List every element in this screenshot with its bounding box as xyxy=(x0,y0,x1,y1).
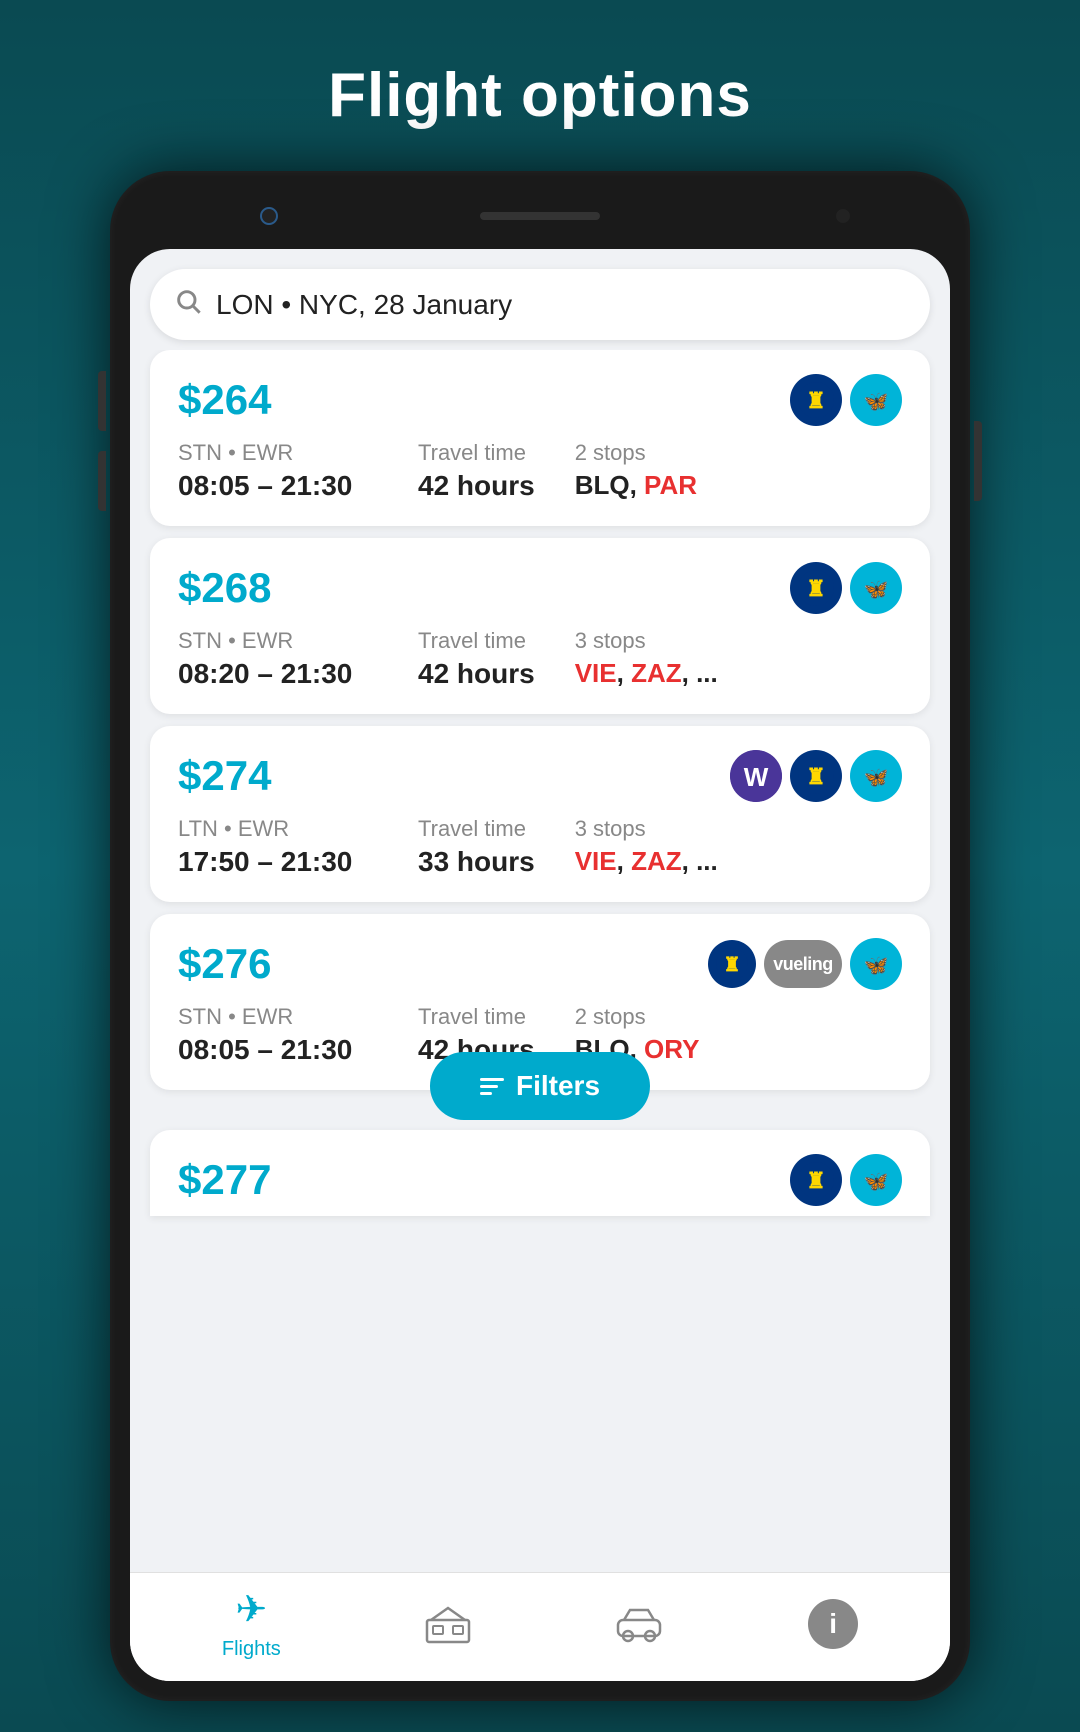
svg-text:♜: ♜ xyxy=(806,576,826,601)
transavia-logo-2: 🦋 xyxy=(850,562,902,614)
phone-speaker xyxy=(480,212,600,220)
flight-card-5[interactable]: $277 ♜ 🦋 xyxy=(150,1130,930,1216)
hotels-icon xyxy=(425,1604,471,1644)
front-camera-icon xyxy=(260,207,278,225)
cars-icon xyxy=(614,1604,664,1644)
info-icon: i xyxy=(808,1599,858,1649)
route-times-2: 08:20 – 21:30 xyxy=(178,658,378,690)
flight-card-2[interactable]: $268 ♜ 🦋 xyxy=(150,538,930,714)
nav-hotels[interactable] xyxy=(425,1604,471,1644)
route-airports-1: STN • EWR xyxy=(178,440,378,466)
svg-text:🦋: 🦋 xyxy=(864,767,889,789)
travel-label-1: Travel time xyxy=(418,440,535,466)
transavia-logo-3: 🦋 xyxy=(850,750,902,802)
ryanair-logo-2: ♜ xyxy=(790,562,842,614)
flight-travel-time-1: Travel time 42 hours xyxy=(418,440,535,502)
travel-value-2: 42 hours xyxy=(418,658,535,690)
flight-travel-time-3: Travel time 33 hours xyxy=(418,816,535,878)
phone-top-bar xyxy=(130,191,950,241)
svg-text:W: W xyxy=(744,762,769,792)
ryanair-logo-3: ♜ xyxy=(790,750,842,802)
route-times-4: 08:05 – 21:30 xyxy=(178,1034,378,1066)
nav-cars[interactable] xyxy=(614,1604,664,1644)
flight-travel-time-2: Travel time 42 hours xyxy=(418,628,535,690)
flight-card-3[interactable]: $274 W ♜ xyxy=(150,726,930,902)
nav-flights-label: Flights xyxy=(222,1638,281,1661)
page-title: Flight options xyxy=(328,60,752,131)
flight-route-2: STN • EWR 08:20 – 21:30 xyxy=(178,628,378,690)
travel-value-3: 33 hours xyxy=(418,846,535,878)
flight-route-3: LTN • EWR 17:50 – 21:30 xyxy=(178,816,378,878)
filters-icon xyxy=(480,1078,504,1095)
stops-count-1: 2 stops xyxy=(575,440,697,466)
airline-logos-5: ♜ 🦋 xyxy=(790,1154,902,1206)
transavia-logo-5: 🦋 xyxy=(850,1154,902,1206)
airline-logos-1: ♜ 🦋 xyxy=(790,374,902,426)
stops-count-2: 3 stops xyxy=(575,628,718,654)
svg-text:🦋: 🦋 xyxy=(864,1171,889,1193)
flight-price-1: $264 xyxy=(178,376,271,424)
flight-route-4: STN • EWR 08:05 – 21:30 xyxy=(178,1004,378,1066)
travel-label-2: Travel time xyxy=(418,628,535,654)
flight-route-1: STN • EWR 08:05 – 21:30 xyxy=(178,440,378,502)
stops-airports-1: BLQ, PAR xyxy=(575,470,697,501)
flight-price-4: $276 xyxy=(178,940,271,988)
filters-button[interactable]: Filters xyxy=(430,1052,650,1120)
volume-down-button xyxy=(98,451,106,511)
travel-label-3: Travel time xyxy=(418,816,535,842)
wideroe-logo: W xyxy=(730,750,782,802)
stops-airports-3: VIE, ZAZ, ... xyxy=(575,846,718,877)
route-airports-3: LTN • EWR xyxy=(178,816,378,842)
flights-list: $264 ♜ 🦋 xyxy=(130,350,950,1572)
flights-icon: ✈ xyxy=(235,1587,267,1632)
svg-text:♜: ♜ xyxy=(806,764,826,789)
flight-card-1[interactable]: $264 ♜ 🦋 xyxy=(150,350,930,526)
route-times-1: 08:05 – 21:30 xyxy=(178,470,378,502)
phone-screen: LON • NYC, 28 January $264 ♜ xyxy=(130,249,950,1681)
svg-text:🦋: 🦋 xyxy=(864,579,889,601)
search-bar[interactable]: LON • NYC, 28 January xyxy=(150,269,930,340)
flight-price-3: $274 xyxy=(178,752,271,800)
flight-price-5: $277 xyxy=(178,1156,271,1204)
svg-text:🦋: 🦋 xyxy=(864,955,889,977)
travel-value-1: 42 hours xyxy=(418,470,535,502)
route-airports-2: STN • EWR xyxy=(178,628,378,654)
airline-logos-4: ♜ vueling 🦋 xyxy=(708,938,902,990)
bottom-navigation: ✈ Flights xyxy=(130,1572,950,1681)
route-airports-4: STN • EWR xyxy=(178,1004,378,1030)
filters-label: Filters xyxy=(516,1070,600,1102)
phone-frame: LON • NYC, 28 January $264 ♜ xyxy=(110,171,970,1701)
route-times-3: 17:50 – 21:30 xyxy=(178,846,378,878)
svg-text:♜: ♜ xyxy=(806,388,826,413)
svg-text:🦋: 🦋 xyxy=(864,391,889,413)
flight-stops-2: 3 stops VIE, ZAZ, ... xyxy=(575,628,718,689)
stops-airports-2: VIE, ZAZ, ... xyxy=(575,658,718,689)
ryanair-logo-1: ♜ xyxy=(790,374,842,426)
ryanair-logo-4: ♜ xyxy=(708,940,756,988)
vueling-logo: vueling xyxy=(764,940,842,988)
search-query: LON • NYC, 28 January xyxy=(216,289,512,321)
svg-text:♜: ♜ xyxy=(723,955,741,976)
flight-stops-1: 2 stops BLQ, PAR xyxy=(575,440,697,501)
transavia-logo-1: 🦋 xyxy=(850,374,902,426)
stops-count-3: 3 stops xyxy=(575,816,718,842)
svg-text:♜: ♜ xyxy=(806,1168,826,1193)
nav-info[interactable]: i xyxy=(808,1599,858,1649)
airline-logos-2: ♜ 🦋 xyxy=(790,562,902,614)
power-button xyxy=(974,421,982,501)
airline-logos-3: W ♜ 🦋 xyxy=(730,750,902,802)
volume-up-button xyxy=(98,371,106,431)
ryanair-logo-5: ♜ xyxy=(790,1154,842,1206)
travel-label-4: Travel time xyxy=(418,1004,535,1030)
search-icon xyxy=(174,287,202,322)
nav-flights[interactable]: ✈ Flights xyxy=(222,1587,281,1661)
transavia-logo-4: 🦋 xyxy=(850,938,902,990)
flight-price-2: $268 xyxy=(178,564,271,612)
flight-card-4[interactable]: $276 ♜ vueling xyxy=(150,914,930,1090)
flight-stops-3: 3 stops VIE, ZAZ, ... xyxy=(575,816,718,877)
phone-sensor-icon xyxy=(836,209,850,223)
stops-count-4: 2 stops xyxy=(575,1004,700,1030)
